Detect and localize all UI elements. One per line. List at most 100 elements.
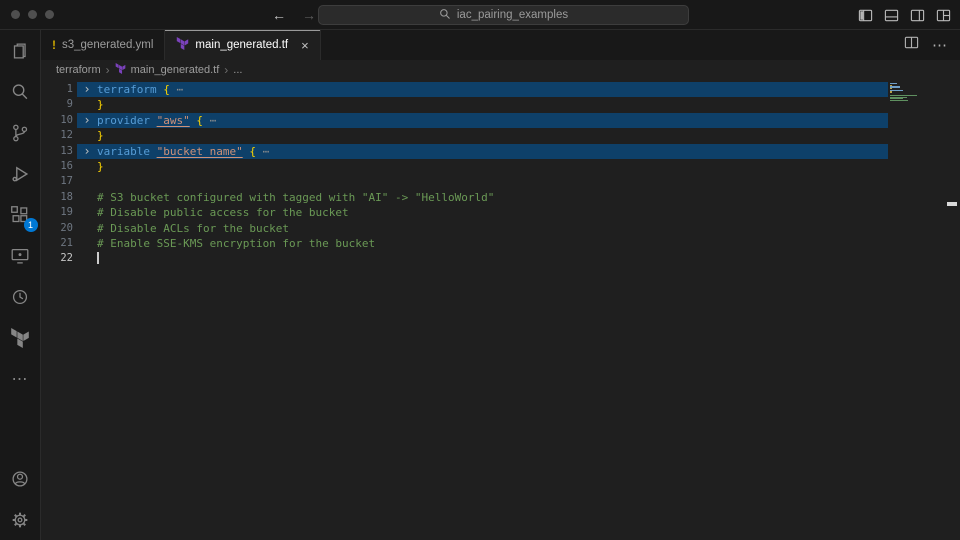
breadcrumb-more[interactable]: ... <box>233 64 242 76</box>
close-window-button[interactable] <box>11 10 20 19</box>
tab-s3-generated-yml[interactable]: ! s3_generated.yml <box>41 30 165 60</box>
additional-views-icon[interactable]: ⋯ <box>0 358 41 399</box>
line-number: 21 <box>41 236 77 251</box>
customize-layout-icon[interactable] <box>936 8 951 23</box>
code-text: variable "bucket_name" { ⋯ <box>97 144 269 159</box>
code-text: } <box>97 128 104 143</box>
code-editor[interactable]: 1›terraform { ⋯9}10›provider "aws" { ⋯12… <box>41 79 960 540</box>
layout-controls <box>858 0 951 30</box>
line-number: 16 <box>41 159 77 174</box>
code-line-13[interactable]: 13›variable "bucket_name" { ⋯ <box>41 144 960 159</box>
fold-gutter <box>77 221 97 236</box>
line-number: 19 <box>41 205 77 220</box>
search-sidebar-icon[interactable] <box>0 71 41 112</box>
chevron-right-icon: › <box>224 63 228 77</box>
code-text <box>97 251 99 266</box>
title-bar: ← → iac_pairing_examples <box>0 0 960 30</box>
close-tab-icon[interactable]: × <box>301 39 309 52</box>
code-line-10[interactable]: 10›provider "aws" { ⋯ <box>41 113 960 128</box>
minimap-line <box>890 100 908 101</box>
run-debug-icon[interactable] <box>0 153 41 194</box>
split-editor-icon[interactable] <box>904 35 919 55</box>
toggle-panel-icon[interactable] <box>884 8 899 23</box>
breadcrumb-folder[interactable]: terraform <box>56 64 101 76</box>
remote-explorer-icon[interactable] <box>0 235 41 276</box>
terraform-sidebar-icon[interactable] <box>0 317 41 358</box>
minimize-window-button[interactable] <box>28 10 37 19</box>
forward-button[interactable]: → <box>302 7 316 23</box>
code-line-9[interactable]: 9} <box>41 97 960 112</box>
tab-label: main_generated.tf <box>195 39 288 51</box>
fold-gutter <box>77 174 97 189</box>
history-navigation: ← → <box>272 0 316 30</box>
terraform-file-icon <box>176 37 189 53</box>
fold-gutter <box>77 251 97 266</box>
fold-chevron-icon[interactable]: › <box>77 144 97 159</box>
fold-gutter <box>77 190 97 205</box>
line-number: 10 <box>41 113 77 128</box>
terraform-file-icon <box>115 63 126 77</box>
zoom-window-button[interactable] <box>45 10 54 19</box>
fold-chevron-icon[interactable]: › <box>77 82 97 97</box>
fold-gutter <box>77 205 97 220</box>
extensions-icon[interactable]: 1 <box>0 194 41 235</box>
ellipsis-icon: ⋯ <box>12 369 29 389</box>
source-control-icon[interactable] <box>0 112 41 153</box>
back-button[interactable]: ← <box>272 7 286 23</box>
minimap-line <box>890 91 892 92</box>
code-lines: 1›terraform { ⋯9}10›provider "aws" { ⋯12… <box>41 82 960 267</box>
editor-area: ! s3_generated.yml main_generated.tf × <box>41 30 960 540</box>
fold-gutter <box>77 97 97 112</box>
search-icon <box>439 8 451 23</box>
line-number: 1 <box>41 82 77 97</box>
code-text: # S3 bucket configured with tagged with … <box>97 190 494 205</box>
code-text: provider "aws" { ⋯ <box>97 113 216 128</box>
code-line-1[interactable]: 1›terraform { ⋯ <box>41 82 960 97</box>
code-line-22[interactable]: 22 <box>41 251 960 266</box>
activity-bar: 1 ⋯ <box>0 30 41 540</box>
minimap[interactable] <box>890 83 932 103</box>
window-controls <box>0 10 54 19</box>
code-line-17[interactable]: 17 <box>41 174 960 189</box>
line-number: 13 <box>41 144 77 159</box>
code-line-19[interactable]: 19 # Disable public access for the bucket <box>41 205 960 220</box>
line-number: 17 <box>41 174 77 189</box>
vscode-window: ← → iac_pairing_examples <box>0 0 960 540</box>
code-line-12[interactable]: 12} <box>41 128 960 143</box>
code-text: } <box>97 97 104 112</box>
fold-chevron-icon[interactable]: › <box>77 113 97 128</box>
code-line-18[interactable]: 18 # S3 bucket configured with tagged wit… <box>41 190 960 205</box>
accounts-icon[interactable] <box>0 458 41 499</box>
breadcrumb-file[interactable]: main_generated.tf <box>131 64 220 76</box>
clock-extension-icon[interactable] <box>0 276 41 317</box>
extensions-badge: 1 <box>24 218 38 232</box>
toggle-sidebar-icon[interactable] <box>858 8 873 23</box>
explorer-icon[interactable] <box>0 30 41 71</box>
text-cursor <box>97 252 99 264</box>
code-line-16[interactable]: 16} <box>41 159 960 174</box>
line-number: 9 <box>41 97 77 112</box>
fold-gutter <box>77 128 97 143</box>
settings-gear-icon[interactable] <box>0 499 41 540</box>
code-line-21[interactable]: 21# Enable SSE-KMS encryption for the bu… <box>41 236 960 251</box>
tab-bar: ! s3_generated.yml main_generated.tf × <box>41 30 960 60</box>
tab-main-generated-tf[interactable]: main_generated.tf × <box>165 30 320 60</box>
code-text: } <box>97 159 104 174</box>
toggle-secondary-sidebar-icon[interactable] <box>910 8 925 23</box>
editor-actions: ⋯ <box>904 30 960 60</box>
tab-label: s3_generated.yml <box>62 39 153 51</box>
code-text: # Disable public access for the bucket <box>97 205 349 220</box>
fold-gutter <box>77 236 97 251</box>
more-actions-icon[interactable]: ⋯ <box>932 36 948 54</box>
code-text: # Disable ACLs for the bucket <box>97 221 289 236</box>
line-number: 18 <box>41 190 77 205</box>
chevron-right-icon: › <box>106 63 110 77</box>
line-number: 22 <box>41 251 77 266</box>
fold-gutter <box>77 159 97 174</box>
search-label: iac_pairing_examples <box>457 9 568 21</box>
overview-cursor-marker <box>947 202 957 206</box>
code-text: terraform { ⋯ <box>97 82 183 97</box>
line-number: 12 <box>41 128 77 143</box>
command-center-search[interactable]: iac_pairing_examples <box>318 5 689 25</box>
code-line-20[interactable]: 20# Disable ACLs for the bucket <box>41 221 960 236</box>
